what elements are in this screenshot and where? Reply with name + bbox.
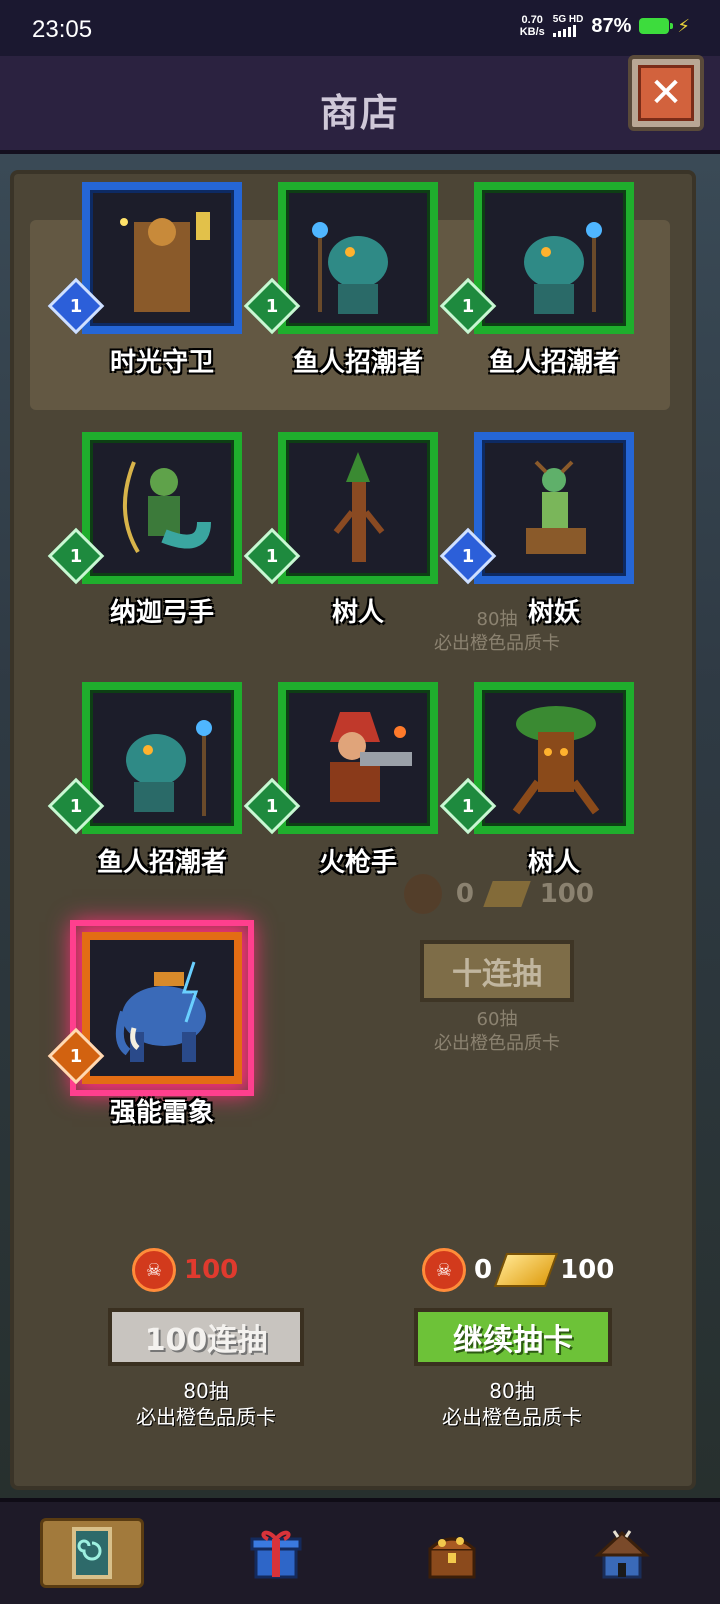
nav-hut[interactable] bbox=[574, 1518, 670, 1588]
card-portrait-icon bbox=[524, 222, 602, 314]
gold-bar-icon bbox=[493, 1253, 559, 1287]
card-name: 树妖 bbox=[527, 598, 580, 628]
card-frame bbox=[474, 182, 634, 334]
card-name: 时光守卫 bbox=[109, 348, 214, 378]
card-name: 纳迦弓手 bbox=[109, 598, 214, 628]
card-name: 鱼人招潮者 bbox=[96, 848, 227, 878]
network-speed: 0.70 KB/s bbox=[519, 14, 545, 38]
page-title: 商店 bbox=[319, 91, 400, 135]
ten-draw-button: 十连抽 bbox=[420, 940, 574, 1002]
card-frame bbox=[278, 682, 438, 834]
card-frame bbox=[82, 432, 242, 584]
charging-icon: ⚡ bbox=[677, 15, 690, 37]
left-note: 80抽 必出橙色品质卡 bbox=[136, 1379, 276, 1429]
card-frame bbox=[278, 432, 438, 584]
card-frame bbox=[474, 682, 634, 834]
bottom-nav bbox=[0, 1498, 720, 1604]
continue-draw-button[interactable]: 继续抽卡 bbox=[414, 1308, 612, 1366]
battery-icon bbox=[639, 18, 674, 34]
card-name: 鱼人招潮者 bbox=[488, 348, 619, 378]
card-frame bbox=[474, 432, 634, 584]
close-button[interactable]: ✕ bbox=[628, 55, 704, 131]
status-icons: 0.70 KB/s 5G HD 87% ⚡ bbox=[520, 14, 690, 38]
card-frame bbox=[70, 920, 254, 1096]
card-portrait-icon bbox=[526, 460, 586, 554]
hut-icon bbox=[594, 1530, 650, 1579]
title-bar: 商店 bbox=[0, 56, 720, 154]
card-frame bbox=[278, 182, 438, 334]
card-portrait-icon bbox=[115, 961, 206, 1062]
close-icon: ✕ bbox=[638, 65, 694, 121]
cards-icon bbox=[72, 1527, 112, 1579]
right-cost: ☠ 0 100 bbox=[422, 1248, 614, 1292]
card-portrait-icon bbox=[512, 706, 600, 815]
card-portrait-icon bbox=[312, 222, 388, 314]
ten-draw-note: 60抽 必出橙色品质卡 bbox=[434, 1009, 560, 1054]
nav-cards[interactable] bbox=[40, 1518, 144, 1588]
card-name: 鱼人招潮者 bbox=[292, 348, 423, 378]
nav-gift[interactable] bbox=[228, 1518, 324, 1588]
nav-treasure[interactable] bbox=[404, 1518, 500, 1588]
gift-icon bbox=[250, 1530, 302, 1579]
card-portrait-icon bbox=[330, 712, 412, 802]
left-cost: ☠ 100 bbox=[132, 1248, 238, 1292]
signal-icon: 5G HD bbox=[552, 15, 583, 37]
status-bar: 23:05 0.70 KB/s 5G HD 87% ⚡ bbox=[0, 0, 720, 56]
status-time: 23:05 bbox=[32, 16, 93, 43]
hundred-draw-button[interactable]: 100连抽 bbox=[108, 1308, 304, 1366]
card-name: 树人 bbox=[331, 598, 384, 628]
card-portrait-icon bbox=[123, 461, 211, 554]
card-frame bbox=[82, 182, 242, 334]
summon-coin-icon: ☠ bbox=[422, 1248, 466, 1292]
treasure-chest-icon bbox=[428, 1537, 476, 1579]
card-name: 强能雷象 bbox=[109, 1098, 214, 1128]
card-frame bbox=[82, 682, 242, 834]
battery-percent: 87% bbox=[591, 14, 632, 37]
card-name: 火枪手 bbox=[318, 848, 397, 878]
right-note: 80抽 必出橙色品质卡 bbox=[442, 1379, 582, 1429]
mid-cost: 0 100 bbox=[404, 874, 594, 914]
card-name: 树人 bbox=[527, 848, 580, 878]
summon-coin-icon: ☠ bbox=[132, 1248, 176, 1292]
card-portrait-icon bbox=[333, 452, 385, 562]
card-portrait-icon bbox=[126, 720, 212, 816]
card-portrait-icon bbox=[120, 212, 210, 312]
